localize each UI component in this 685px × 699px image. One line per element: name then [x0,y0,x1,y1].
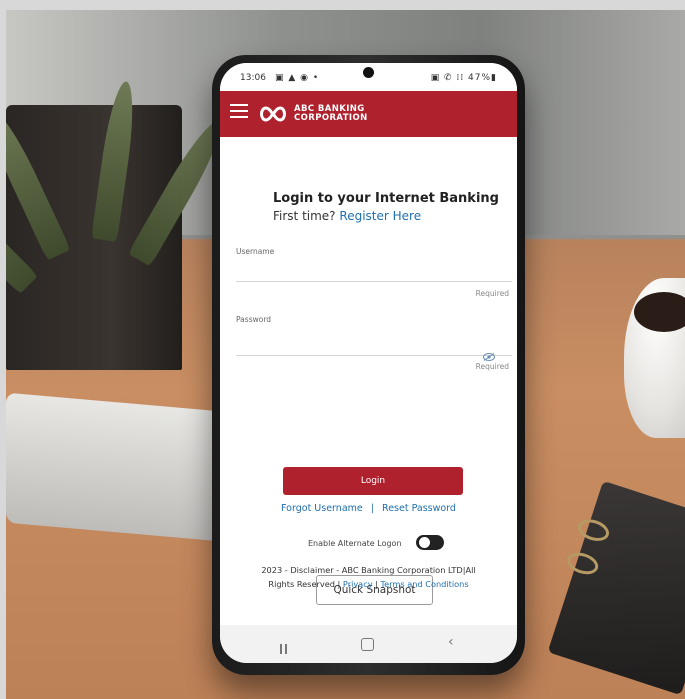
camera-hole [363,67,374,78]
rights-text: Rights Reserved | [268,579,341,589]
page-title: Login to your Internet Banking [273,191,499,206]
register-prompt: First time? Register Here [273,209,421,223]
first-time-text: First time? [273,209,336,223]
plant-pot [6,79,231,370]
plant-leaf [6,104,71,261]
phone: 13:06 ▣ ▲ ◉ • ▣ ✆ ⁞⁞ 47%▮ ABC BANKING CO… [212,55,525,675]
password-input[interactable] [236,333,512,356]
status-time: 13:06 [240,73,266,83]
hamburger-icon[interactable] [230,104,248,118]
plant-leaf [91,79,140,242]
eye-icon[interactable] [483,353,495,361]
username-label: Username [236,247,275,256]
forgot-username-link[interactable]: Forgot Username [281,503,363,514]
recent-apps-icon[interactable] [280,639,294,654]
footer-disclaimer: 2023 - Disclaimer - ABC Banking Corporat… [261,565,476,575]
infinity-logo-icon [260,106,286,122]
alternate-logon-label: Enable Alternate Logon [308,539,402,548]
login-button[interactable]: Login [283,467,463,495]
android-nav-bar: ‹ [220,625,517,663]
app-header: ABC BANKING CORPORATION [220,91,517,137]
link-separator: | [370,503,374,514]
system-status-icons: ▣ ✆ ⁞⁞ 47%▮ [430,73,497,83]
footer-separator: | [375,579,378,589]
toggle-knob [419,537,430,548]
username-required: Required [475,289,509,298]
phone-screen: 13:06 ▣ ▲ ◉ • ▣ ✆ ⁞⁞ 47%▮ ABC BANKING CO… [220,63,517,663]
footer: 2023 - Disclaimer - ABC Banking Corporat… [220,563,517,591]
register-link[interactable]: Register Here [339,209,421,223]
brand-line2: CORPORATION [294,113,368,123]
account-links: Forgot Username | Reset Password [220,503,517,514]
coffee [634,292,685,332]
notebook [547,480,685,696]
notification-icons: ▣ ▲ ◉ • [275,73,320,83]
terms-link[interactable]: Terms and Conditions [381,579,469,589]
password-label: Password [236,315,272,324]
privacy-link[interactable]: Privacy [343,579,373,589]
back-icon[interactable]: ‹ [448,634,454,650]
username-input[interactable] [236,259,512,282]
password-required: Required [475,362,509,371]
status-bar: 13:06 ▣ ▲ ◉ • ▣ ✆ ⁞⁞ 47%▮ [220,63,517,91]
reset-password-link[interactable]: Reset Password [382,503,456,514]
footer-links-line: Rights Reserved | Privacy | Terms and Co… [220,577,517,591]
laptop [6,392,221,542]
home-icon[interactable] [361,638,374,651]
alternate-logon-toggle[interactable] [416,535,444,550]
notebook-ring [575,515,612,545]
notebook-ring [564,549,601,578]
brand-name: ABC BANKING CORPORATION [294,105,368,123]
